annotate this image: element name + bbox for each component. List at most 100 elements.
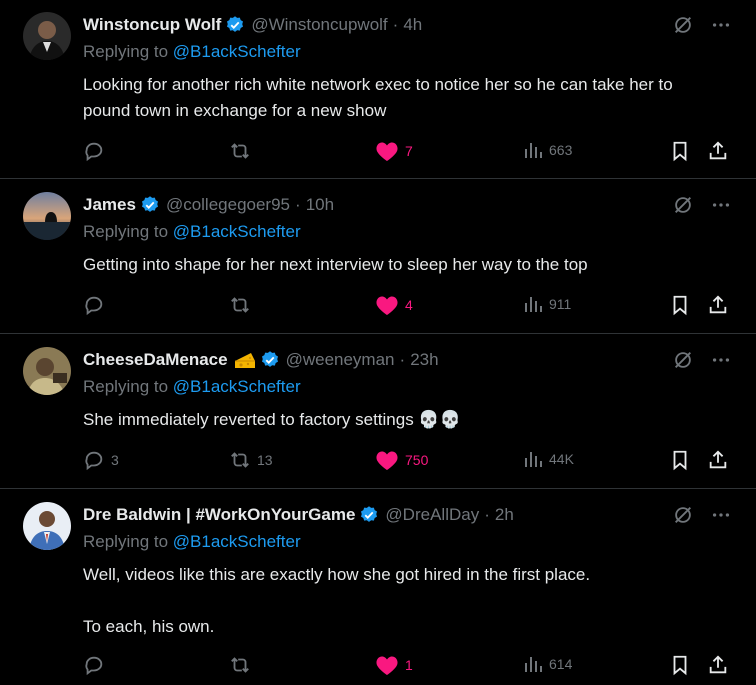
- avatar[interactable]: [23, 347, 71, 395]
- like-count: 7: [405, 143, 413, 159]
- cheese-emoji-icon: [234, 350, 256, 370]
- bookmark-icon: [669, 654, 691, 676]
- action-bar: 3 13 750 44K: [83, 449, 732, 473]
- reply-text: She immediately reverted to factory sett…: [83, 407, 723, 433]
- reply-icon: [83, 294, 105, 316]
- user-handle[interactable]: @weeneyman: [286, 350, 395, 370]
- grok-icon[interactable]: [672, 194, 694, 216]
- user-handle[interactable]: @Winstoncupwolf: [251, 15, 387, 35]
- repost-icon: [229, 294, 251, 316]
- grok-icon[interactable]: [672, 349, 694, 371]
- repost-icon: [229, 654, 251, 676]
- separator-dot: ·: [399, 350, 406, 369]
- reply-text: Looking for another rich white network e…: [83, 72, 723, 124]
- repost-button[interactable]: [229, 140, 257, 162]
- views-chart-icon: [523, 449, 543, 469]
- timestamp[interactable]: 2h: [495, 505, 514, 525]
- reply-text: Getting into shape for her next intervie…: [83, 252, 723, 278]
- top-icons: [672, 504, 732, 526]
- reply-text-line: Well, videos like this are exactly how s…: [83, 565, 591, 584]
- verified-badge-icon: [260, 350, 280, 370]
- replying-to: Replying to @B1ackSchefter: [83, 222, 301, 242]
- more-options-icon[interactable]: [710, 194, 732, 216]
- bookmark-button[interactable]: [669, 294, 691, 316]
- bookmark-icon: [669, 140, 691, 162]
- timestamp[interactable]: 10h: [306, 195, 334, 215]
- views-button[interactable]: 663: [523, 140, 572, 160]
- reply-icon: [83, 140, 105, 162]
- separator-dot: ·: [392, 15, 399, 34]
- bookmark-button[interactable]: [669, 140, 691, 162]
- reply-icon: [83, 449, 105, 471]
- views-chart-icon: [523, 294, 543, 314]
- replying-to-mention[interactable]: @B1ackSchefter: [173, 222, 301, 241]
- views-button[interactable]: 911: [523, 294, 571, 314]
- display-name[interactable]: Winstoncup Wolf: [83, 15, 221, 35]
- reply-tweet[interactable]: Dre Baldwin | #WorkOnYourGame @DreAllDay…: [0, 490, 756, 685]
- more-options-icon[interactable]: [710, 349, 732, 371]
- top-icons: [672, 349, 732, 371]
- display-name[interactable]: CheeseDaMenace: [83, 350, 228, 370]
- repost-icon: [229, 449, 251, 471]
- bookmark-icon: [669, 449, 691, 471]
- like-count: 1: [405, 657, 413, 673]
- replying-to-label: Replying to: [83, 42, 169, 61]
- repost-button[interactable]: 13: [229, 449, 273, 471]
- grok-icon[interactable]: [672, 504, 694, 526]
- avatar[interactable]: [23, 192, 71, 240]
- like-button[interactable]: 7: [375, 140, 413, 162]
- user-handle[interactable]: @DreAllDay: [385, 505, 479, 525]
- more-options-icon[interactable]: [710, 504, 732, 526]
- reply-button[interactable]: [83, 140, 111, 162]
- share-button[interactable]: [707, 449, 729, 471]
- heart-icon: [375, 140, 399, 162]
- reply-button[interactable]: 3: [83, 449, 119, 471]
- repost-icon: [229, 140, 251, 162]
- replying-to-mention[interactable]: @B1ackSchefter: [173, 532, 301, 551]
- reply-tweet[interactable]: James @collegegoer95 · 10h Replying to @…: [0, 180, 756, 334]
- repost-button[interactable]: [229, 294, 257, 316]
- reply-text-line: Getting into shape for her next intervie…: [83, 255, 588, 274]
- timestamp[interactable]: 23h: [410, 350, 438, 370]
- avatar[interactable]: [23, 12, 71, 60]
- views-button[interactable]: 44K: [523, 449, 574, 469]
- more-options-icon[interactable]: [710, 14, 732, 36]
- views-button[interactable]: 614: [523, 654, 572, 674]
- bookmark-button[interactable]: [669, 654, 691, 676]
- view-count: 911: [549, 296, 572, 312]
- view-count: 663: [549, 142, 573, 158]
- share-button[interactable]: [707, 654, 729, 676]
- repost-button[interactable]: [229, 654, 257, 676]
- action-bar: 4 911: [83, 294, 732, 318]
- replying-to-mention[interactable]: @B1ackSchefter: [173, 377, 301, 396]
- reply-count: 3: [111, 452, 119, 468]
- views-chart-icon: [523, 654, 543, 674]
- replying-to-mention[interactable]: @B1ackSchefter: [173, 42, 301, 61]
- heart-icon: [375, 294, 399, 316]
- reply-header: CheeseDaMenace @weeneyman · 23h: [83, 348, 646, 372]
- bookmark-icon: [669, 294, 691, 316]
- share-icon: [707, 140, 729, 162]
- share-button[interactable]: [707, 294, 729, 316]
- bookmark-button[interactable]: [669, 449, 691, 471]
- reply-tweet[interactable]: Winstoncup Wolf @Winstoncupwolf · 4h Rep…: [0, 0, 756, 179]
- heart-icon: [375, 654, 399, 676]
- reply-button[interactable]: [83, 294, 111, 316]
- like-count: 750: [405, 452, 429, 468]
- grok-icon[interactable]: [672, 14, 694, 36]
- like-button[interactable]: 4: [375, 294, 413, 316]
- like-button[interactable]: 1: [375, 654, 413, 676]
- share-button[interactable]: [707, 140, 729, 162]
- heart-icon: [375, 449, 399, 471]
- user-handle[interactable]: @collegegoer95: [166, 195, 290, 215]
- timestamp[interactable]: 4h: [403, 15, 422, 35]
- avatar[interactable]: [23, 502, 71, 550]
- reply-text: Well, videos like this are exactly how s…: [83, 562, 723, 640]
- display-name[interactable]: Dre Baldwin | #WorkOnYourGame: [83, 505, 355, 525]
- display-name[interactable]: James: [83, 195, 136, 215]
- separator-dot: ·: [295, 195, 301, 214]
- reply-text-line: Looking for another rich white network e…: [83, 75, 673, 120]
- reply-tweet[interactable]: CheeseDaMenace @weeneyman · 23h Replying…: [0, 335, 756, 489]
- reply-button[interactable]: [83, 654, 111, 676]
- like-button[interactable]: 750: [375, 449, 428, 471]
